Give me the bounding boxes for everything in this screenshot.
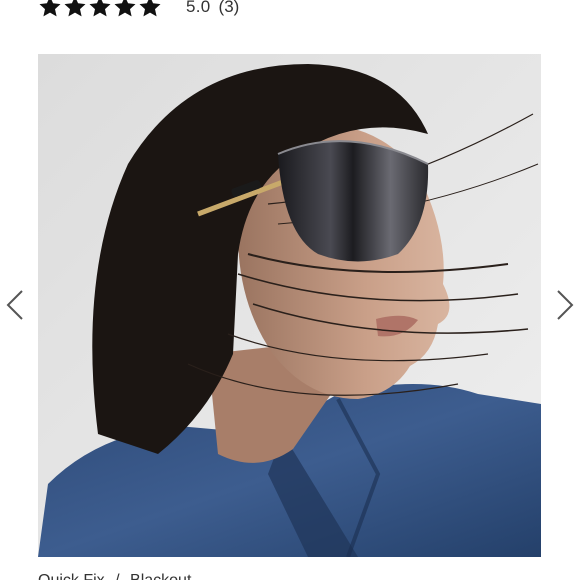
chevron-left-icon (6, 290, 23, 320)
title-separator: / (115, 572, 119, 580)
product-title: Quick Fix / Blackout (38, 572, 191, 580)
model-wearing-sunglasses-photo (38, 54, 541, 557)
next-image-button[interactable] (554, 287, 576, 323)
star-icon (63, 0, 87, 19)
rating-summary[interactable]: 5.0 (3) (38, 0, 239, 20)
star-icon (138, 0, 162, 19)
star-rating (38, 0, 162, 19)
product-image-gallery[interactable] (38, 54, 541, 557)
star-icon (113, 0, 137, 19)
star-icon (88, 0, 112, 19)
star-icon (38, 0, 62, 19)
rating-value: 5.0 (186, 0, 211, 16)
product-name: Blackout (130, 572, 191, 580)
chevron-right-icon (557, 290, 574, 320)
review-count[interactable]: (3) (219, 0, 240, 17)
product-brand: Quick Fix (38, 572, 105, 580)
product-page: 5.0 (3) (0, 0, 580, 580)
previous-image-button[interactable] (4, 287, 26, 323)
